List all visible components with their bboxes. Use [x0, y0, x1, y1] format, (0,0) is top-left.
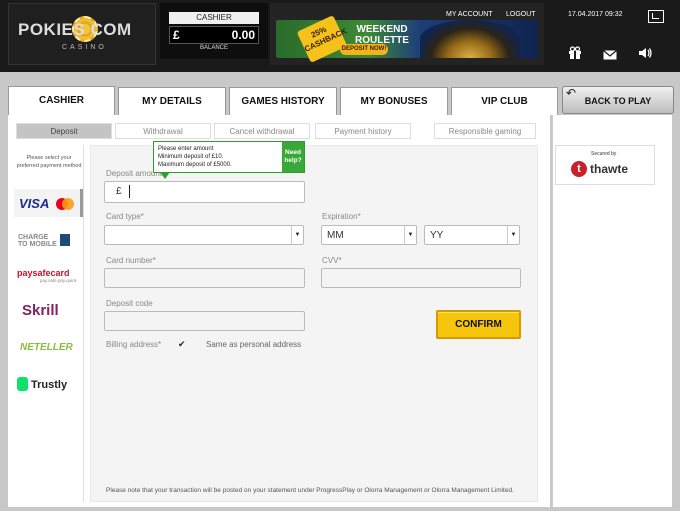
neteller-logo: NETELLER: [20, 342, 73, 353]
expiry-month-value: MM: [327, 230, 344, 241]
cvv-label: CVV*: [322, 256, 342, 265]
card-type-select[interactable]: ▼: [104, 225, 304, 245]
amount-currency: £: [116, 186, 122, 197]
deposit-amount-input[interactable]: [104, 181, 305, 203]
chevron-down-icon: ▼: [291, 226, 303, 244]
tooltip-line-2: Minimum deposit of £10.: [158, 154, 224, 160]
thawte-brand: thawte: [590, 162, 629, 176]
billing-same-label: Same as personal address: [206, 340, 302, 349]
back-arrow-icon: ↶: [566, 86, 577, 100]
mail-icon[interactable]: [603, 48, 617, 63]
subtab-cancel-withdrawal[interactable]: Cancel withdrawal: [214, 123, 310, 139]
confirm-button[interactable]: CONFIRM: [436, 310, 521, 339]
chevron-down-icon: ▼: [404, 226, 416, 244]
tooltip-line-3: Maximum deposit of £5000.: [158, 162, 232, 168]
card-type-label: Card type*: [106, 212, 144, 221]
screen-icon-arrow: [652, 13, 659, 19]
subtab-payment-history[interactable]: Payment history: [315, 123, 411, 139]
statement-note: Please note that your transaction will b…: [106, 487, 514, 494]
gift-icon[interactable]: [568, 46, 582, 62]
billing-same-checkbox[interactable]: ✔: [178, 339, 188, 349]
skrill-logo: Skrill: [22, 302, 59, 319]
logout-link[interactable]: LOGOUT: [506, 11, 536, 18]
chevron-down-icon: ▼: [507, 226, 519, 244]
subtab-responsible-gaming[interactable]: Responsible gaming: [434, 123, 536, 139]
mastercard-icon: [54, 197, 76, 211]
tooltip-line-1: Please enter amount: [158, 146, 214, 152]
cvv-input[interactable]: [321, 268, 521, 288]
logo-subtext: CASINO: [62, 44, 107, 51]
tab-vip-club[interactable]: VIP CLUB: [451, 87, 558, 115]
tab-my-details[interactable]: MY DETAILS: [118, 87, 226, 115]
expiry-year-value: YY: [430, 230, 444, 241]
card-number-input[interactable]: [104, 268, 305, 288]
tooltip-pointer: [160, 172, 170, 179]
tab-cashier[interactable]: CASHIER: [8, 86, 115, 116]
banner-title: WEEKEND ROULETTE: [355, 24, 409, 46]
thawte-icon: t: [571, 161, 587, 177]
tab-games-history[interactable]: GAMES HISTORY: [229, 87, 337, 115]
secured-by-label: Secured by: [591, 151, 617, 157]
expiration-label: Expiration*: [322, 212, 361, 221]
roulette-wheel-image: [420, 20, 520, 58]
visa-logo: VISA: [19, 196, 50, 211]
subtab-withdrawal[interactable]: Withdrawal: [115, 123, 211, 139]
paysafecard-logo: paysafecard: [17, 268, 70, 278]
sound-icon[interactable]: [638, 47, 652, 62]
datetime: 17.04.2017 09:32: [568, 11, 623, 18]
back-to-play-button[interactable]: BACK TO PLAY: [562, 86, 674, 114]
trustly-icon: [17, 377, 28, 391]
banner-deposit-button[interactable]: DEPOSIT NOW!: [340, 44, 388, 55]
logo-text: POKIES COM: [18, 20, 132, 39]
need-help-button[interactable]: Need help?: [282, 142, 304, 172]
balance-value: 0.00: [231, 28, 255, 42]
card-number-label: Card number*: [106, 256, 156, 265]
tab-my-bonuses[interactable]: MY BONUSES: [340, 87, 448, 115]
trustly-logo: Trustly: [31, 379, 68, 391]
cashier-label[interactable]: CASHIER: [169, 12, 259, 24]
expiry-month-select[interactable]: MM ▼: [321, 225, 417, 245]
paysafecard-subtext: pay.safe.pay.quick: [40, 278, 77, 283]
payment-methods-note: Please select your preferred payment met…: [16, 155, 82, 169]
subtab-deposit[interactable]: Deposit: [16, 123, 112, 139]
my-account-link[interactable]: MY ACCOUNT: [446, 11, 493, 18]
balance-label: BALANCE: [199, 45, 228, 51]
expiry-year-select[interactable]: YY ▼: [424, 225, 520, 245]
mobile-icon: [60, 234, 70, 246]
text-caret: [129, 185, 130, 198]
balance-currency: £: [173, 28, 180, 42]
deposit-code-input[interactable]: [104, 311, 305, 331]
deposit-code-label: Deposit code: [106, 299, 153, 308]
charge-to-mobile-logo: CHARGE TO MOBILE: [18, 234, 57, 248]
billing-address-label: Billing address*: [106, 340, 162, 349]
